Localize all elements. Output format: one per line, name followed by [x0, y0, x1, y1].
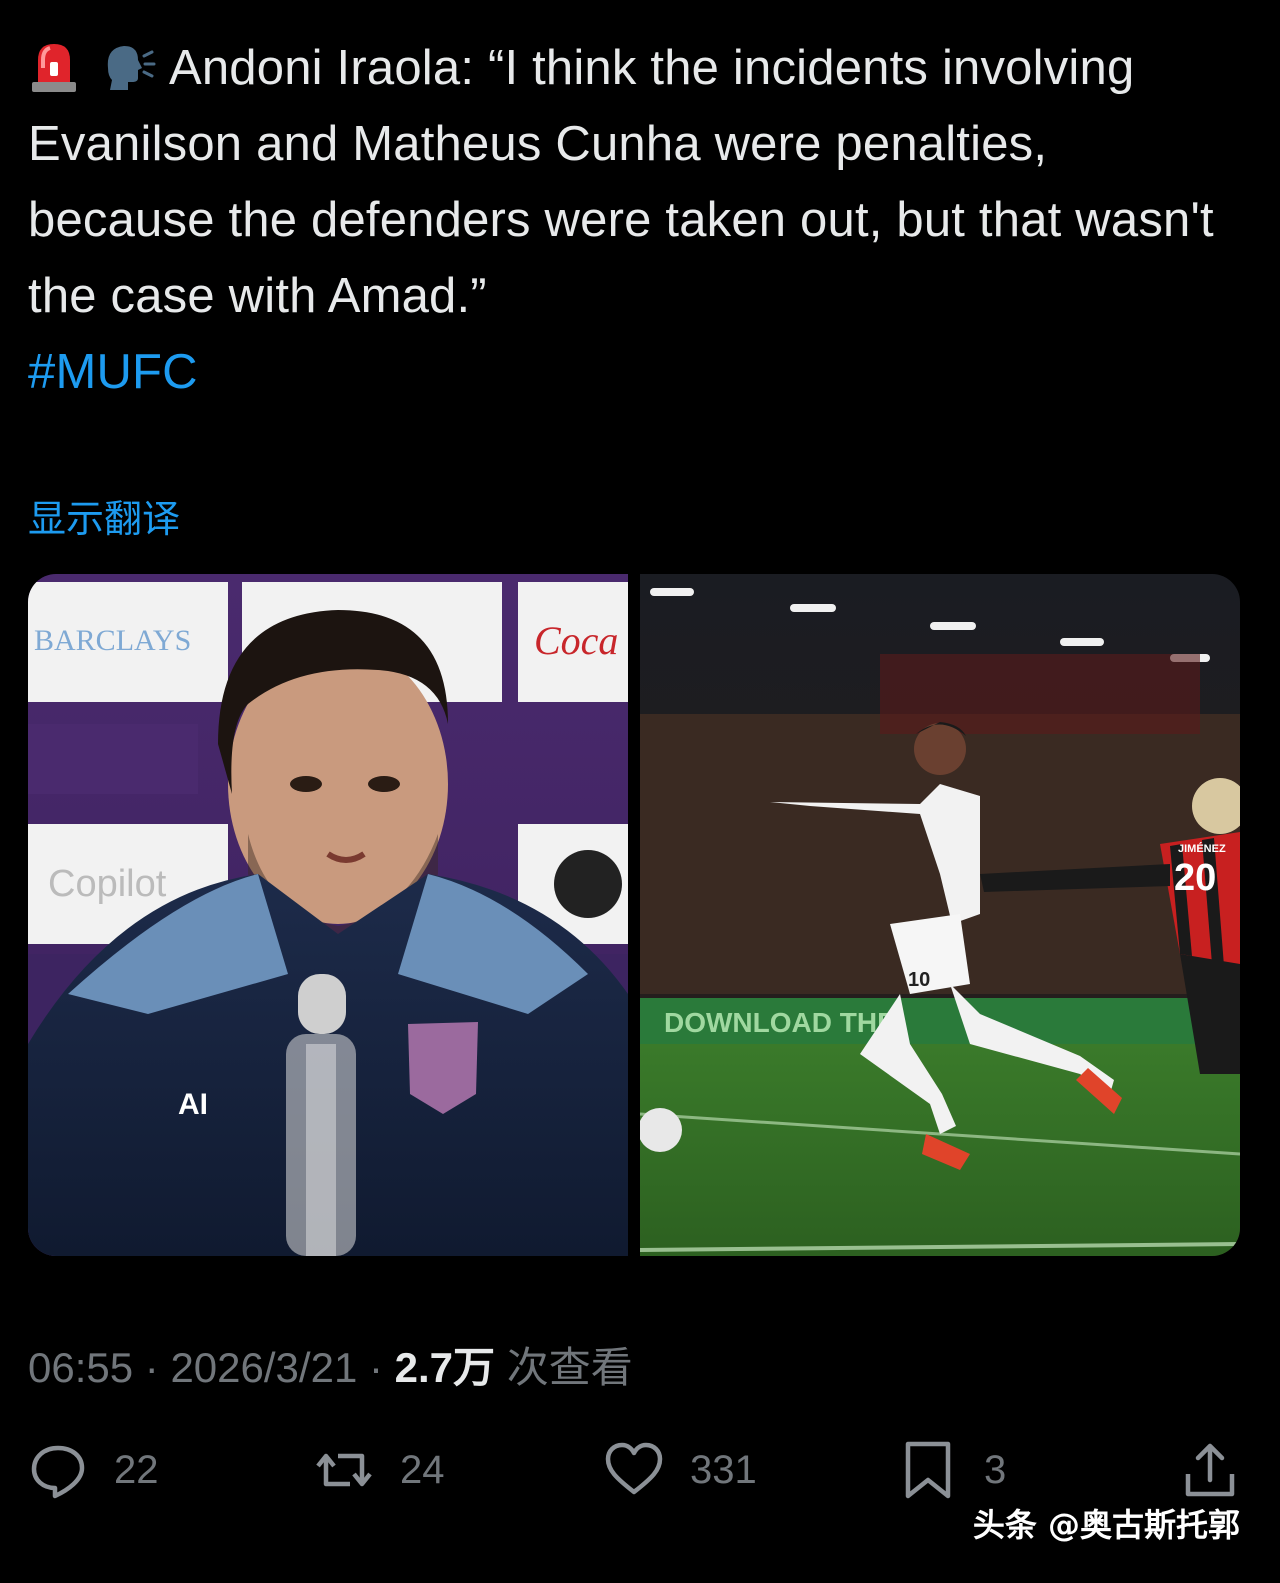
bookmark-icon [905, 1441, 951, 1499]
shirt-number-red: 20 [1174, 857, 1216, 899]
repost-button[interactable]: 24 [314, 1440, 445, 1500]
media-image-press-conference[interactable]: BARCLAYS Coca Copilot AI [28, 574, 628, 1256]
speaking-head-icon [100, 38, 156, 94]
views-count: 2.7万 [394, 1344, 496, 1391]
tweet-body: Andoni Iraola: “I think the incidents in… [28, 30, 1228, 410]
views-label: 次查看 [506, 1343, 633, 1392]
meta-separator: · [144, 1344, 159, 1391]
sponsor-barclays: BARCLAYS [34, 624, 191, 657]
share-icon [1185, 1443, 1235, 1497]
sponsor-coca: Coca [534, 618, 618, 663]
tweet-date[interactable]: 2026/3/21 [170, 1344, 357, 1391]
repost-icon [316, 1453, 372, 1487]
bookmark-button[interactable]: 3 [898, 1440, 1006, 1500]
reply-button[interactable]: 22 [28, 1440, 159, 1500]
like-count: 331 [690, 1447, 757, 1492]
reply-count: 22 [114, 1447, 159, 1492]
show-translation-link[interactable]: 显示翻译 [28, 488, 180, 543]
media-image-match-action[interactable]: DOWNLOAD THE 10 20 JIMÉNEZ [640, 574, 1240, 1256]
bookmark-count: 3 [984, 1447, 1007, 1492]
tweet-time[interactable]: 06:55 [28, 1344, 133, 1391]
media-grid: BARCLAYS Coca Copilot AI DOWNLOAD THE 10… [28, 574, 1240, 1256]
hashtag-link[interactable]: #MUFC [28, 345, 198, 399]
shirt-number-white: 10 [908, 969, 930, 991]
tweet-meta: 06:55 · 2026/3/21 · 2.7万 次查看 [28, 1334, 633, 1395]
sponsor-copilot: Copilot [48, 863, 167, 905]
rotating-light-icon [28, 38, 80, 94]
jacket-initials: AI [178, 1088, 208, 1121]
heart-icon [605, 1442, 663, 1495]
meta-separator: · [368, 1344, 383, 1391]
board-text: DOWNLOAD THE [664, 1007, 896, 1038]
repost-count: 24 [400, 1447, 445, 1492]
tweet-text: Andoni Iraola: “I think the incidents in… [28, 41, 1214, 323]
like-button[interactable]: 331 [604, 1440, 757, 1500]
reply-icon [31, 1445, 85, 1499]
share-button[interactable] [1180, 1440, 1240, 1500]
source-watermark: 头条 @奥古斯托郭 [972, 1506, 1240, 1544]
shirt-name-red: JIMÉNEZ [1178, 842, 1226, 855]
